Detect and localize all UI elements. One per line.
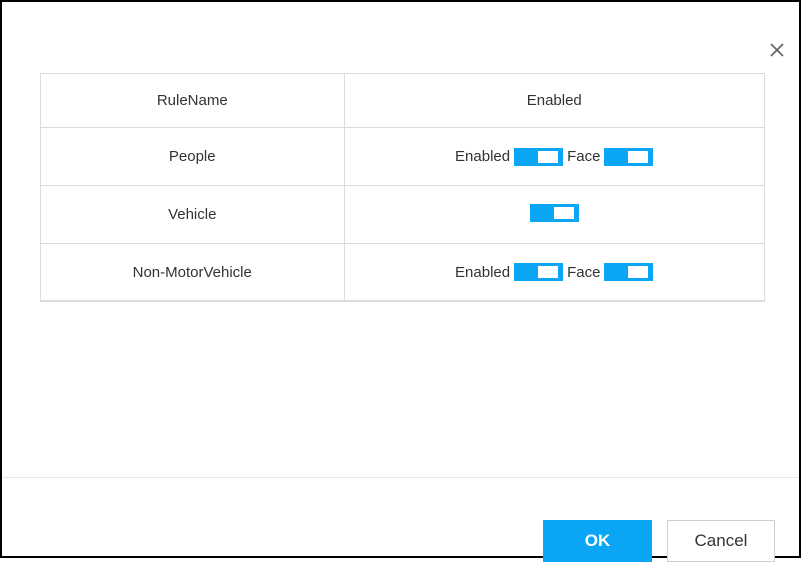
toggle-knob (628, 266, 649, 278)
table-row: Vehicle (40, 185, 765, 244)
face-label: Face (567, 148, 601, 165)
rules-table: RuleName Enabled People Enabled Face Veh… (40, 73, 765, 302)
vehicle-enabled-toggle[interactable] (529, 203, 579, 222)
rule-name-non-motor-vehicle: Non-MotorVehicle (40, 243, 345, 302)
ok-button[interactable]: OK (543, 520, 652, 562)
nonmotor-enabled-toggle[interactable] (514, 263, 564, 281)
toggle-knob (538, 150, 559, 163)
enabled-label: Enabled (455, 148, 511, 165)
table-header-row: RuleName Enabled (40, 73, 765, 128)
rule-name-vehicle: Vehicle (40, 185, 345, 244)
enabled-label: Enabled (455, 263, 511, 281)
toggle-knob (553, 206, 574, 219)
table-row: People Enabled Face (40, 127, 765, 186)
cancel-button[interactable]: Cancel (667, 520, 775, 562)
nonmotor-face-toggle[interactable] (604, 263, 654, 281)
rule-controls-vehicle (343, 185, 765, 244)
rule-controls-people: Enabled Face (343, 127, 765, 186)
close-icon[interactable] (765, 38, 789, 62)
toggle-knob (628, 150, 649, 163)
column-header-rulename: RuleName (40, 73, 345, 128)
rule-controls-non-motor-vehicle: Enabled Face (343, 243, 765, 302)
face-label: Face (567, 263, 601, 281)
rule-settings-dialog: RuleName Enabled People Enabled Face Veh… (0, 0, 801, 562)
people-face-toggle[interactable] (604, 147, 654, 166)
toggle-knob (538, 266, 559, 278)
footer-divider (2, 477, 799, 478)
column-header-enabled: Enabled (343, 73, 765, 128)
rule-name-people: People (40, 127, 345, 186)
people-enabled-toggle[interactable] (514, 147, 564, 166)
table-row: Non-MotorVehicle Enabled Face (40, 243, 765, 302)
